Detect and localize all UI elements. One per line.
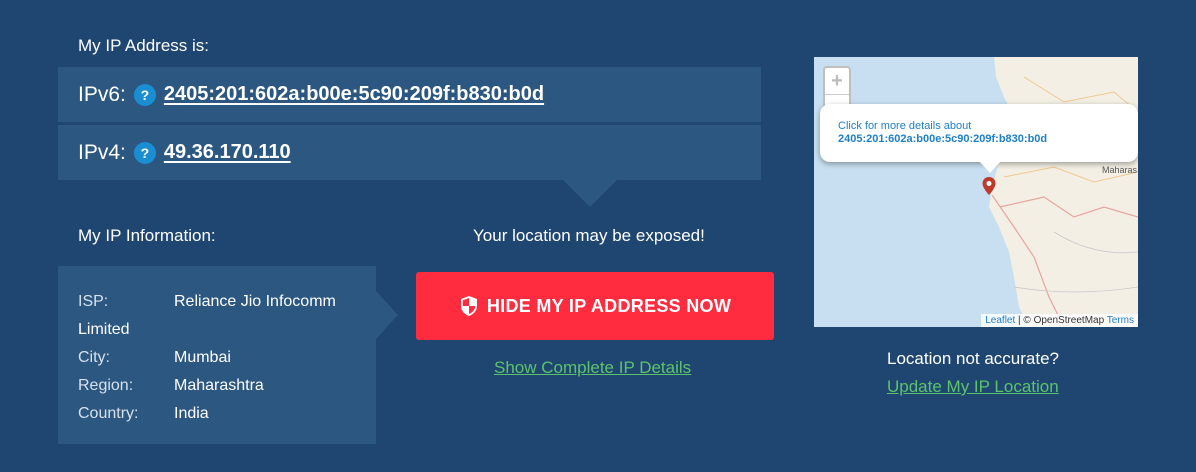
ip-panel-pointer <box>563 180 617 207</box>
location-map[interactable]: Maharas + − Click for more details about… <box>814 57 1138 327</box>
osm-attribution: | © OpenStreetMap <box>1015 315 1107 326</box>
zoom-in-button[interactable]: + <box>825 68 849 95</box>
ipv6-value-link[interactable]: 2405:201:602a:b00e:5c90:209f:b830:b0d <box>164 83 544 106</box>
city-row: City: Mumbai <box>78 344 376 372</box>
map-tiles <box>989 57 1138 327</box>
map-popup[interactable]: Click for more details about 2405:201:60… <box>820 104 1138 162</box>
ipv4-row: IPv4: ? 49.36.170.110 <box>58 125 761 180</box>
region-value: Maharashtra <box>174 377 264 394</box>
city-value: Mumbai <box>174 349 231 366</box>
terms-link[interactable]: Terms <box>1107 315 1134 326</box>
leaflet-link[interactable]: Leaflet <box>985 315 1015 326</box>
info-panel-pointer <box>376 291 398 339</box>
country-value: India <box>174 405 209 422</box>
ip-address-heading: My IP Address is: <box>78 36 210 55</box>
map-region-label: Maharas <box>1102 165 1138 175</box>
ipv6-row: IPv6: ? 2405:201:602a:b00e:5c90:209f:b83… <box>58 67 761 122</box>
ipv4-label: IPv4: <box>78 140 126 164</box>
popup-ip: 2405:201:602a:b00e:5c90:209f:b830:b0d <box>838 133 1048 145</box>
map-attribution: Leaflet | © OpenStreetMap Terms <box>981 314 1138 327</box>
region-key: Region: <box>78 377 134 394</box>
ip-information-heading: My IP Information: <box>78 226 216 245</box>
location-marker-icon[interactable] <box>982 177 996 195</box>
popup-text: Click for more details about <box>838 120 972 132</box>
isp-row: ISP: Reliance Jio Infocomm Limited <box>78 288 368 344</box>
isp-key: ISP: <box>78 293 109 310</box>
show-ip-details-link[interactable]: Show Complete IP Details <box>494 358 691 378</box>
country-key: Country: <box>78 405 139 422</box>
popup-tip <box>979 161 1001 173</box>
shield-icon <box>460 296 477 316</box>
ipv4-help-icon[interactable]: ? <box>133 141 156 164</box>
hide-ip-button-label: HIDE MY IP ADDRESS NOW <box>486 295 732 316</box>
location-warning: Your location may be exposed! <box>473 226 705 245</box>
region-row: Region: Maharashtra <box>78 372 376 400</box>
city-key: City: <box>78 349 110 366</box>
ip-info-panel: ISP: Reliance Jio Infocomm Limited City: M… <box>58 266 376 444</box>
ipv6-help-icon[interactable]: ? <box>133 83 156 106</box>
ipv6-label: IPv6: <box>78 82 126 106</box>
update-location-link[interactable]: Update My IP Location <box>887 377 1059 397</box>
country-row: Country: India <box>78 400 376 428</box>
location-accuracy-question: Location not accurate? <box>887 349 1060 368</box>
hide-ip-button[interactable]: HIDE MY IP ADDRESS NOW <box>416 272 774 340</box>
ipv4-value-link[interactable]: 49.36.170.110 <box>164 141 291 164</box>
